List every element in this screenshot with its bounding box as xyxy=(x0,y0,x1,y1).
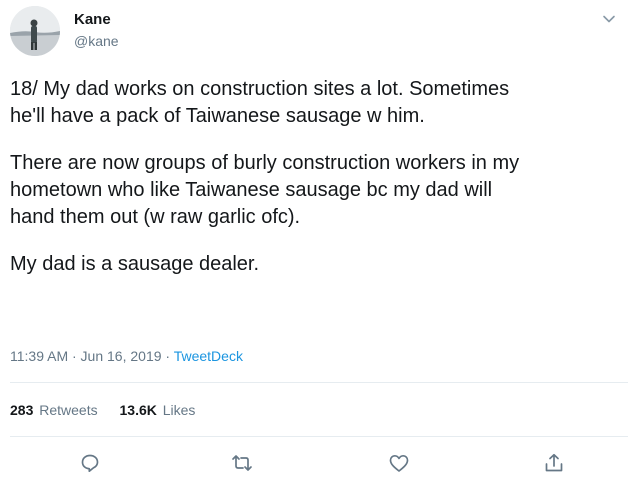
display-name[interactable]: Kane xyxy=(74,10,111,30)
likes-stat[interactable]: 13.6K Likes xyxy=(120,401,196,419)
likes-count: 13.6K xyxy=(119,402,157,418)
divider xyxy=(10,382,628,383)
tweet-paragraph: My dad is a sausage dealer. xyxy=(10,253,260,275)
tweet-paragraph: 18/ My dad works on construction sites a… xyxy=(10,78,510,127)
chevron-down-icon[interactable] xyxy=(598,8,620,30)
tweet-card: Kane @kane 18/ My dad works on construct… xyxy=(0,0,640,487)
tweet-timestamp[interactable]: 11:39 AM · Jun 16, 2019 · xyxy=(10,348,174,364)
retweet-icon[interactable] xyxy=(230,451,254,475)
divider xyxy=(10,436,628,437)
retweets-stat[interactable]: 283 Retweets xyxy=(10,401,98,419)
avatar-image xyxy=(10,6,60,56)
avatar[interactable] xyxy=(10,6,60,56)
tweet-source-link[interactable]: TweetDeck xyxy=(174,348,243,364)
tweet-text: 18/ My dad works on construction sites a… xyxy=(10,76,625,298)
tweet-paragraph: There are now groups of burly constructi… xyxy=(10,152,520,228)
tweet-stats: 283 Retweets 13.6K Likes xyxy=(10,401,213,419)
share-icon[interactable] xyxy=(542,451,566,475)
reply-icon[interactable] xyxy=(78,451,102,475)
retweets-count: 283 xyxy=(10,402,34,418)
tweet-meta: 11:39 AM · Jun 16, 2019 · TweetDeck xyxy=(10,347,243,365)
likes-label: Likes xyxy=(162,402,196,418)
like-icon[interactable] xyxy=(387,451,411,475)
retweets-label: Retweets xyxy=(39,402,98,418)
user-handle[interactable]: @kane xyxy=(74,32,119,50)
